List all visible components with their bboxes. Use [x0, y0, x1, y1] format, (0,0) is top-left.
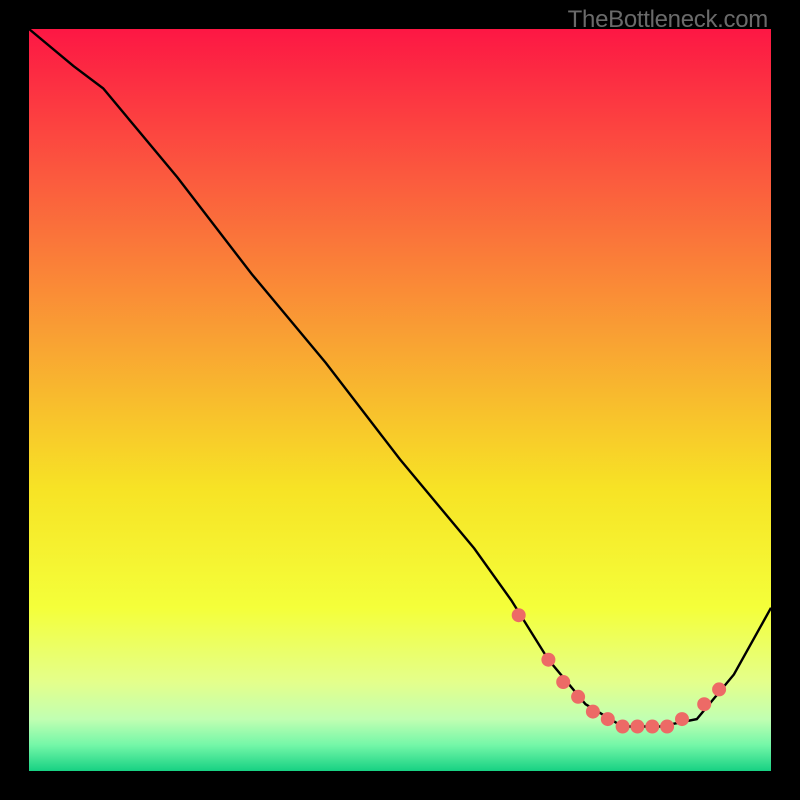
data-point: [616, 720, 630, 734]
data-point: [660, 720, 674, 734]
data-point: [512, 608, 526, 622]
data-point: [556, 675, 570, 689]
data-point: [675, 712, 689, 726]
watermark-text: TheBottleneck.com: [568, 6, 768, 34]
data-point: [630, 720, 644, 734]
bottleneck-chart: [29, 29, 771, 771]
data-point: [601, 712, 615, 726]
chart-frame: [29, 29, 771, 771]
data-point: [541, 653, 555, 667]
data-point: [697, 697, 711, 711]
gradient-background: [29, 29, 771, 771]
data-point: [712, 682, 726, 696]
data-point: [586, 705, 600, 719]
data-point: [645, 720, 659, 734]
data-point: [571, 690, 585, 704]
